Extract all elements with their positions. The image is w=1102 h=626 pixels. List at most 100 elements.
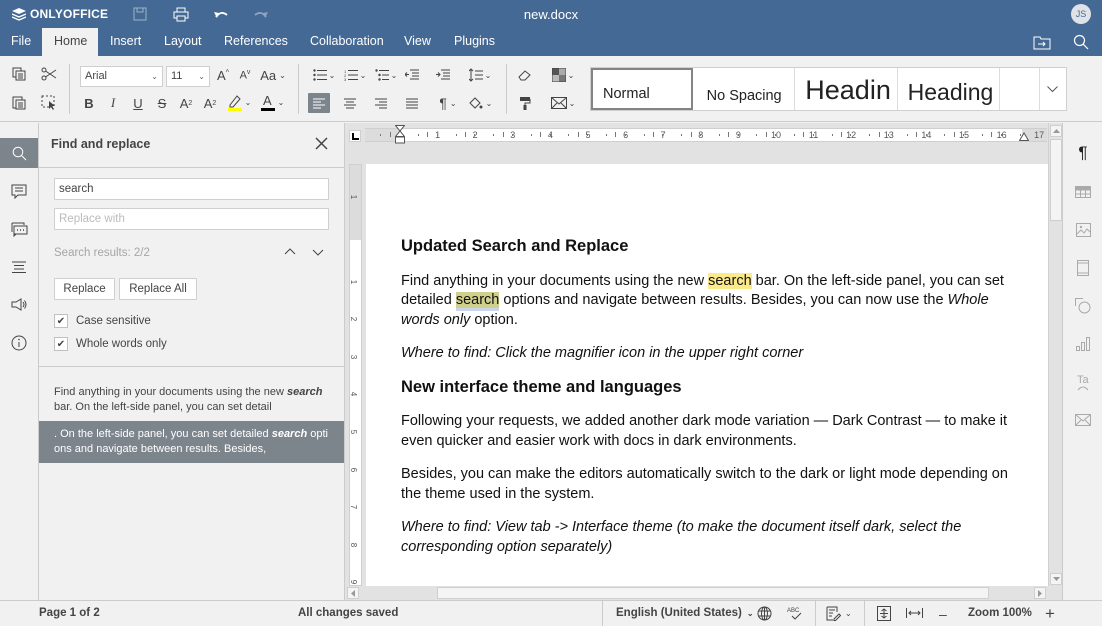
zoom-level[interactable]: Zoom 100% bbox=[968, 607, 1032, 619]
tab-references[interactable]: References bbox=[216, 28, 296, 56]
document-content[interactable]: Updated Search and Replace Find anything… bbox=[401, 237, 1031, 571]
bold-icon[interactable]: B bbox=[78, 93, 100, 113]
mail-merge-settings-icon[interactable] bbox=[1063, 408, 1102, 432]
scroll-left-button[interactable] bbox=[347, 587, 359, 599]
search-icon[interactable] bbox=[1073, 34, 1091, 50]
tab-file[interactable]: File bbox=[3, 28, 39, 56]
style-normal[interactable]: Normal bbox=[591, 68, 693, 110]
vertical-scrollbar[interactable] bbox=[1048, 123, 1062, 586]
color-scheme-icon[interactable]: ⌄ bbox=[548, 65, 578, 85]
align-center-icon[interactable] bbox=[339, 93, 361, 113]
paragraph-shading-icon[interactable]: ⌄ bbox=[466, 93, 494, 113]
search-result-item[interactable]: Find anything in your documents using th… bbox=[39, 379, 344, 421]
whole-words-checkbox[interactable]: ✔ Whole words only bbox=[54, 337, 167, 351]
tab-plugins[interactable]: Plugins bbox=[446, 28, 503, 56]
copy-icon[interactable] bbox=[8, 64, 30, 84]
nonprinting-characters-icon[interactable]: ¶ ⌄ bbox=[434, 93, 462, 113]
replace-input[interactable] bbox=[54, 208, 329, 230]
decrease-indent-icon[interactable] bbox=[401, 65, 423, 85]
image-settings-icon[interactable] bbox=[1063, 218, 1102, 242]
style-empty[interactable] bbox=[1000, 68, 1040, 110]
numbered-list-icon[interactable]: 1 2 3 ⌄ bbox=[341, 65, 369, 85]
scroll-right-button[interactable] bbox=[1034, 587, 1046, 599]
close-panel-button[interactable] bbox=[315, 137, 329, 151]
scroll-thumb[interactable] bbox=[1050, 139, 1062, 221]
paragraph-settings-icon[interactable]: ¶ bbox=[1063, 141, 1102, 165]
style-no-spacing[interactable]: No Spacing bbox=[693, 68, 796, 110]
replace-button[interactable]: Replace bbox=[54, 278, 115, 300]
multilevel-list-icon[interactable]: ⌄ bbox=[372, 65, 400, 85]
track-changes-button[interactable]: ⌄ bbox=[826, 606, 852, 621]
strikethrough-icon[interactable]: S bbox=[151, 93, 173, 113]
text-art-settings-icon[interactable]: Ta bbox=[1063, 370, 1102, 394]
styles-expand-button[interactable] bbox=[1040, 68, 1066, 110]
next-result-button[interactable] bbox=[312, 249, 328, 263]
increase-font-icon[interactable]: A^ bbox=[212, 65, 234, 85]
copy-style-icon[interactable] bbox=[514, 93, 536, 113]
tab-view[interactable]: View bbox=[396, 28, 439, 56]
scroll-thumb[interactable] bbox=[437, 587, 989, 599]
scroll-up-button[interactable] bbox=[1050, 125, 1062, 137]
chart-settings-icon[interactable] bbox=[1063, 332, 1102, 356]
mail-merge-icon[interactable]: ⌄ bbox=[548, 93, 578, 113]
sidebar-comments-button[interactable] bbox=[0, 176, 38, 206]
table-settings-icon[interactable] bbox=[1063, 180, 1102, 204]
style-heading-1[interactable]: Headin bbox=[795, 68, 898, 110]
case-sensitive-checkbox[interactable]: ✔ Case sensitive bbox=[54, 314, 151, 328]
tab-stop-selector[interactable] bbox=[349, 130, 361, 142]
search-input[interactable] bbox=[54, 178, 329, 200]
document-language-icon[interactable] bbox=[757, 606, 772, 621]
tab-home[interactable]: Home bbox=[42, 28, 98, 56]
highlight-color-button[interactable]: ⌄ bbox=[224, 92, 254, 112]
previous-result-button[interactable] bbox=[284, 247, 300, 261]
italic-icon[interactable]: I bbox=[102, 93, 124, 113]
right-indent-marker-icon[interactable] bbox=[1019, 132, 1029, 141]
align-right-icon[interactable] bbox=[370, 93, 392, 113]
bullet-list-icon[interactable]: ⌄ bbox=[310, 65, 338, 85]
font-size-combo[interactable]: 11 ⌄ bbox=[166, 66, 210, 87]
language-selector[interactable]: English (United States) ⌄ bbox=[616, 607, 754, 619]
vertical-ruler[interactable]: 1 1 2 3 4 5 6 7 8 9 bbox=[349, 164, 362, 586]
zoom-in-button[interactable]: + bbox=[1045, 604, 1055, 624]
zoom-out-button[interactable]: – bbox=[939, 606, 947, 622]
sidebar-navigation-button[interactable] bbox=[0, 252, 38, 282]
user-avatar[interactable]: JS bbox=[1071, 4, 1091, 24]
sidebar-chat-button[interactable] bbox=[0, 214, 38, 244]
align-left-icon[interactable] bbox=[308, 93, 330, 113]
justify-icon[interactable] bbox=[401, 93, 423, 113]
font-color-button[interactable]: A ⌄ bbox=[257, 92, 287, 112]
superscript-icon[interactable]: A2 bbox=[175, 93, 197, 113]
underline-icon[interactable]: U bbox=[127, 93, 149, 113]
line-spacing-icon[interactable]: ⌄ bbox=[466, 65, 494, 85]
scroll-down-button[interactable] bbox=[1050, 573, 1062, 585]
page-indicator[interactable]: Page 1 of 2 bbox=[39, 607, 100, 619]
font-name-combo[interactable]: Arial ⌄ bbox=[80, 66, 163, 87]
increase-indent-icon[interactable] bbox=[432, 65, 454, 85]
open-file-location-icon[interactable] bbox=[1033, 34, 1051, 50]
header-footer-settings-icon[interactable] bbox=[1063, 256, 1102, 280]
paste-icon[interactable] bbox=[8, 92, 30, 112]
select-all-icon[interactable] bbox=[38, 92, 60, 112]
sidebar-about-button[interactable] bbox=[0, 328, 38, 358]
fit-page-icon[interactable] bbox=[877, 606, 891, 621]
subscript-icon[interactable]: A2 bbox=[199, 93, 221, 113]
indent-marker-icon[interactable] bbox=[395, 125, 405, 147]
cut-icon[interactable] bbox=[38, 64, 60, 84]
tab-collaboration[interactable]: Collaboration bbox=[302, 28, 392, 56]
spellcheck-icon[interactable]: ABC bbox=[787, 606, 803, 621]
fit-width-icon[interactable] bbox=[906, 607, 923, 619]
horizontal-scrollbar[interactable] bbox=[345, 586, 1048, 600]
change-case-button[interactable]: Aa ⌄ bbox=[258, 65, 288, 85]
sidebar-search-button[interactable] bbox=[0, 138, 38, 168]
shape-settings-icon[interactable] bbox=[1063, 294, 1102, 318]
replace-all-button[interactable]: Replace All bbox=[119, 278, 197, 300]
tab-layout[interactable]: Layout bbox=[156, 28, 210, 56]
horizontal-ruler[interactable]: 1234567891011121314151617 bbox=[365, 125, 1047, 144]
decrease-font-icon[interactable]: Av bbox=[234, 65, 256, 85]
clear-style-icon[interactable] bbox=[514, 65, 536, 85]
search-result-item-selected[interactable]: . On the left-side panel, you can set de… bbox=[39, 421, 344, 463]
sidebar-feedback-button[interactable] bbox=[0, 289, 38, 319]
tab-insert[interactable]: Insert bbox=[102, 28, 149, 56]
style-heading-2[interactable]: Heading bbox=[898, 68, 1000, 110]
document-page[interactable]: Updated Search and Replace Find anything… bbox=[366, 164, 1048, 587]
